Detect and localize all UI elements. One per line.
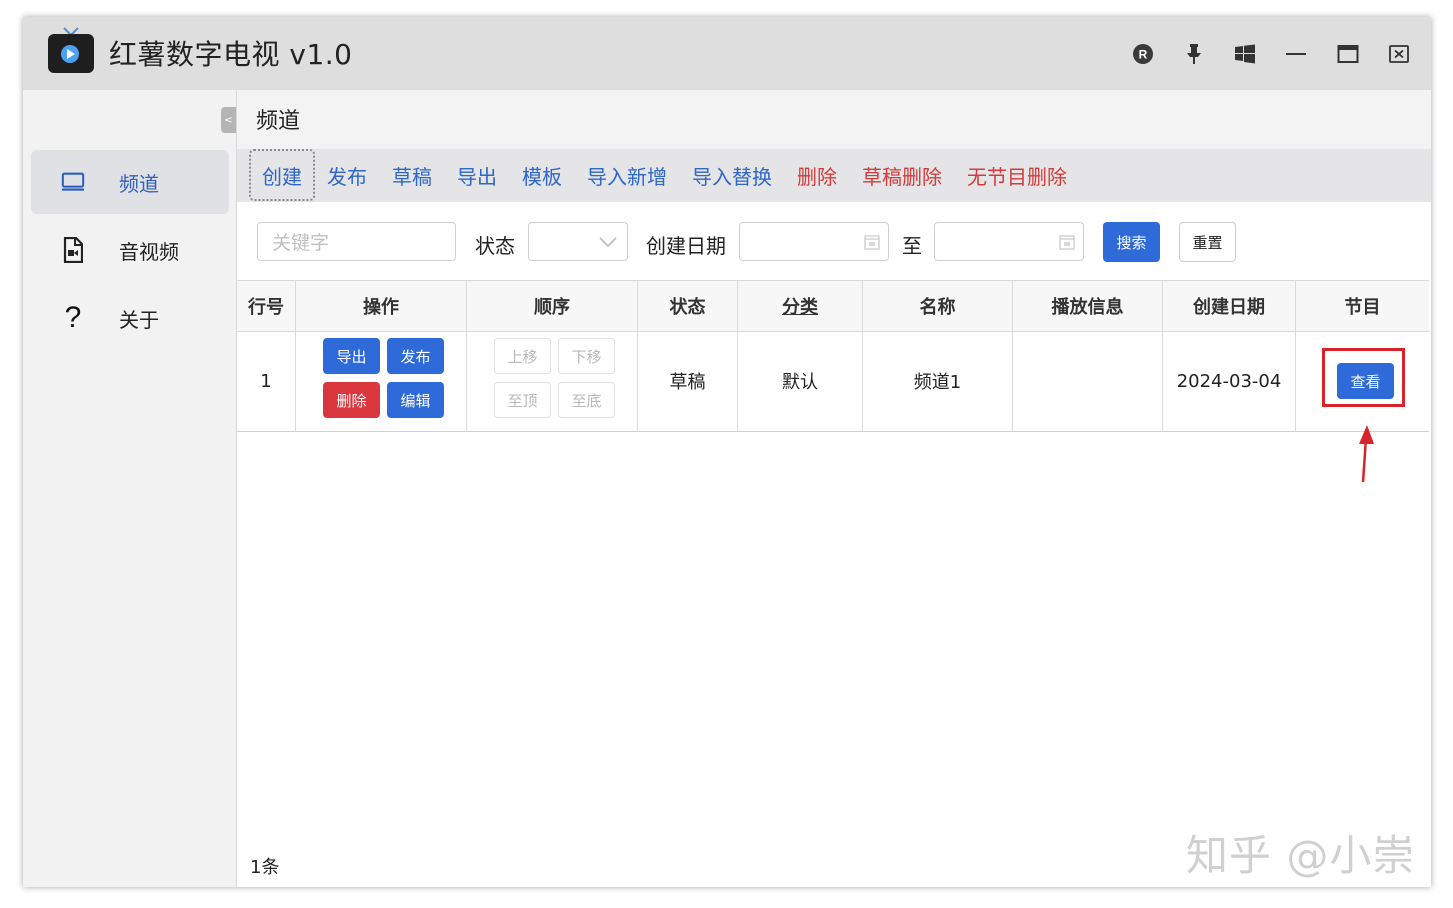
created-date-label: 创建日期 [646, 234, 726, 258]
highlight-box [1322, 348, 1405, 407]
windows-icon[interactable] [1232, 41, 1258, 67]
maximize-icon[interactable] [1335, 41, 1361, 67]
end-date-input[interactable] [934, 222, 1084, 261]
arrow-annotation-icon [1359, 425, 1374, 483]
app-title: 红薯数字电视 v1.0 [109, 38, 353, 71]
row-created-date: 2024-03-04 [1163, 331, 1296, 431]
move-down-button[interactable]: 下移 [558, 338, 615, 374]
main-panel: 频道 创建 发布 草稿 导出 模板 导入新增 导入替换 删除 草稿删除 无节目删… [236, 90, 1431, 887]
sidebar-item-media[interactable]: 音视频 [31, 218, 229, 282]
row-edit-button[interactable]: 编辑 [387, 382, 444, 418]
monitor-icon [61, 170, 85, 194]
delete-button[interactable]: 删除 [797, 161, 837, 190]
row-order: 上移 下移 至顶 至底 [467, 331, 638, 431]
import-replace-button[interactable]: 导入替换 [692, 161, 772, 190]
keyword-input[interactable]: 关键字 [257, 222, 456, 261]
import-add-button[interactable]: 导入新增 [587, 161, 667, 190]
chevron-down-icon [599, 237, 617, 248]
header-status: 状态 [638, 281, 738, 331]
calendar-icon [864, 235, 880, 250]
sidebar-item-label: 频道 [119, 171, 159, 196]
draft-delete-button[interactable]: 草稿删除 [862, 161, 942, 190]
question-icon: ? [64, 301, 82, 334]
export-button[interactable]: 导出 [457, 161, 497, 190]
row-name: 频道1 [863, 331, 1013, 431]
row-publish-button[interactable]: 发布 [387, 338, 444, 374]
table-row: 1 导出 发布 删除 编辑 上移 下移 至顶 至底 草稿 默认 频道1 2024… [237, 331, 1429, 432]
move-up-button[interactable]: 上移 [494, 338, 551, 374]
draft-button[interactable]: 草稿 [392, 161, 432, 190]
record-count: 1条 [250, 857, 280, 878]
sidebar-item-about[interactable]: ? 关于 [31, 286, 229, 350]
page-title: 频道 [256, 109, 301, 134]
pin-icon[interactable] [1181, 41, 1207, 67]
sidebar-item-channel[interactable]: 频道 [31, 150, 229, 214]
header-order: 顺序 [467, 281, 638, 331]
row-delete-button[interactable]: 删除 [323, 382, 380, 418]
sidebar-item-label: 关于 [119, 307, 159, 332]
create-button[interactable]: 创建 [262, 161, 302, 190]
reset-button[interactable]: 重置 [1179, 222, 1236, 262]
close-icon[interactable] [1386, 41, 1412, 67]
header-created-date: 创建日期 [1163, 281, 1296, 331]
search-button[interactable]: 搜索 [1103, 222, 1160, 262]
app-window: 红薯数字电视 v1.0 R < 频道 音视频 ? 关于 频道 创建 发布 草稿 … [23, 17, 1431, 887]
table-header: 行号 操作 顺序 状态 分类 名称 播放信息 创建日期 节目 [237, 280, 1429, 332]
title-bar: 红薯数字电视 v1.0 R [23, 17, 1431, 90]
sidebar-collapse-button[interactable]: < [221, 107, 236, 133]
status-select[interactable] [528, 222, 628, 261]
start-date-input[interactable] [739, 222, 889, 261]
toolbar: 创建 发布 草稿 导出 模板 导入新增 导入替换 删除 草稿删除 无节目删除 [237, 149, 1431, 202]
row-play-info [1013, 331, 1163, 431]
header-program: 节目 [1344, 297, 1381, 318]
template-button[interactable]: 模板 [522, 161, 562, 190]
minimize-icon[interactable] [1283, 41, 1309, 67]
to-label: 至 [902, 234, 922, 258]
header-play-info: 播放信息 [1013, 281, 1163, 331]
header-category[interactable]: 分类 [738, 281, 863, 331]
row-actions: 导出 发布 删除 编辑 [296, 331, 467, 431]
sidebar: < 频道 音视频 ? 关于 [23, 90, 236, 887]
r-badge-icon[interactable]: R [1130, 41, 1156, 67]
search-bar: 关键字 状态 创建日期 至 搜索 重置 [237, 202, 1431, 280]
row-status: 草稿 [638, 331, 738, 431]
row-category: 默认 [738, 331, 863, 431]
move-top-button[interactable]: 至顶 [494, 382, 551, 418]
app-logo-icon [47, 27, 95, 75]
publish-button[interactable]: 发布 [327, 161, 367, 190]
status-label: 状态 [475, 234, 515, 258]
video-file-icon [61, 237, 85, 263]
page-header: 频道 [237, 90, 1431, 149]
header-row-number: 行号 [237, 281, 296, 331]
no-program-delete-button[interactable]: 无节目删除 [967, 161, 1067, 190]
calendar-icon [1059, 235, 1075, 250]
svg-text:R: R [1139, 48, 1148, 62]
watermark: 知乎 @小崇 [1186, 831, 1416, 880]
header-actions: 操作 [296, 281, 467, 331]
sidebar-item-label: 音视频 [119, 239, 179, 264]
header-name: 名称 [863, 281, 1013, 331]
row-export-button[interactable]: 导出 [323, 338, 380, 374]
row-number: 1 [237, 331, 296, 431]
move-bottom-button[interactable]: 至底 [558, 382, 615, 418]
